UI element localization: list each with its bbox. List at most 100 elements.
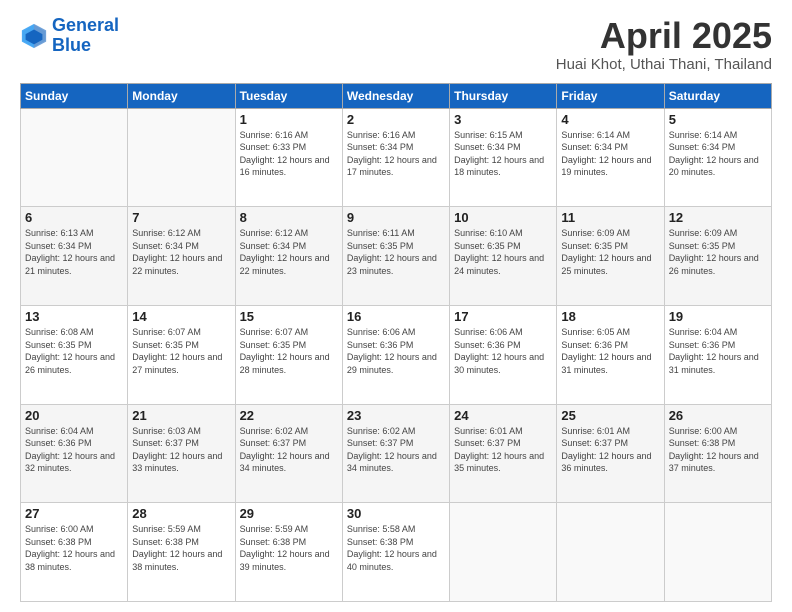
calendar-cell: 23 Sunrise: 6:02 AMSunset: 6:37 PMDayligh…: [342, 404, 449, 503]
calendar-cell: 9 Sunrise: 6:11 AMSunset: 6:35 PMDaylight…: [342, 207, 449, 306]
cell-day-number: 7: [132, 210, 230, 225]
calendar-cell: 29 Sunrise: 5:59 AMSunset: 6:38 PMDayligh…: [235, 503, 342, 602]
cell-day-number: 29: [240, 506, 338, 521]
cell-sun-info: Sunrise: 6:15 AMSunset: 6:34 PMDaylight:…: [454, 129, 552, 179]
cell-sun-info: Sunrise: 6:12 AMSunset: 6:34 PMDaylight:…: [240, 227, 338, 277]
calendar-cell: 17 Sunrise: 6:06 AMSunset: 6:36 PMDayligh…: [450, 305, 557, 404]
cell-sun-info: Sunrise: 6:12 AMSunset: 6:34 PMDaylight:…: [132, 227, 230, 277]
calendar-cell: 3 Sunrise: 6:15 AMSunset: 6:34 PMDaylight…: [450, 108, 557, 207]
calendar-day-header: Monday: [128, 83, 235, 108]
calendar-week-row: 27 Sunrise: 6:00 AMSunset: 6:38 PMDayligh…: [21, 503, 772, 602]
cell-sun-info: Sunrise: 6:14 AMSunset: 6:34 PMDaylight:…: [669, 129, 767, 179]
cell-day-number: 2: [347, 112, 445, 127]
calendar-day-header: Sunday: [21, 83, 128, 108]
calendar-cell: 27 Sunrise: 6:00 AMSunset: 6:38 PMDayligh…: [21, 503, 128, 602]
cell-sun-info: Sunrise: 6:05 AMSunset: 6:36 PMDaylight:…: [561, 326, 659, 376]
calendar-cell: [450, 503, 557, 602]
cell-day-number: 30: [347, 506, 445, 521]
cell-day-number: 26: [669, 408, 767, 423]
cell-sun-info: Sunrise: 6:01 AMSunset: 6:37 PMDaylight:…: [454, 425, 552, 475]
cell-day-number: 11: [561, 210, 659, 225]
calendar-cell: 28Sunrise: 5:59 AMSunset: 6:38 PMDayligh…: [128, 503, 235, 602]
cell-sun-info: Sunrise: 6:04 AMSunset: 6:36 PMDaylight:…: [669, 326, 767, 376]
cell-sun-info: Sunrise: 6:07 AMSunset: 6:35 PMDaylight:…: [240, 326, 338, 376]
calendar-day-header: Thursday: [450, 83, 557, 108]
calendar-cell: [557, 503, 664, 602]
cell-day-number: 24: [454, 408, 552, 423]
calendar-cell: 13Sunrise: 6:08 AMSunset: 6:35 PMDayligh…: [21, 305, 128, 404]
cell-sun-info: Sunrise: 5:59 AMSunset: 6:38 PMDaylight:…: [240, 523, 338, 573]
cell-sun-info: Sunrise: 6:00 AMSunset: 6:38 PMDaylight:…: [25, 523, 123, 573]
calendar-cell: 26 Sunrise: 6:00 AMSunset: 6:38 PMDayligh…: [664, 404, 771, 503]
calendar-cell: 21 Sunrise: 6:03 AMSunset: 6:37 PMDayligh…: [128, 404, 235, 503]
cell-day-number: 8: [240, 210, 338, 225]
cell-day-number: 12: [669, 210, 767, 225]
calendar-cell: 7 Sunrise: 6:12 AMSunset: 6:34 PMDaylight…: [128, 207, 235, 306]
logo-general: General: [52, 15, 119, 35]
cell-day-number: 14: [132, 309, 230, 324]
cell-sun-info: Sunrise: 5:59 AMSunset: 6:38 PMDaylight:…: [132, 523, 230, 573]
cell-day-number: 23: [347, 408, 445, 423]
cell-sun-info: Sunrise: 6:09 AMSunset: 6:35 PMDaylight:…: [669, 227, 767, 277]
cell-day-number: 1: [240, 112, 338, 127]
cell-day-number: 15: [240, 309, 338, 324]
cell-sun-info: Sunrise: 6:03 AMSunset: 6:37 PMDaylight:…: [132, 425, 230, 475]
calendar-cell: 24 Sunrise: 6:01 AMSunset: 6:37 PMDayligh…: [450, 404, 557, 503]
calendar-week-row: 1Sunrise: 6:16 AMSunset: 6:33 PMDaylight…: [21, 108, 772, 207]
calendar-header-row: SundayMondayTuesdayWednesdayThursdayFrid…: [21, 83, 772, 108]
calendar-cell: [21, 108, 128, 207]
calendar-cell: 5 Sunrise: 6:14 AMSunset: 6:34 PMDaylight…: [664, 108, 771, 207]
calendar-cell: 6 Sunrise: 6:13 AMSunset: 6:34 PMDaylight…: [21, 207, 128, 306]
calendar-cell: 18 Sunrise: 6:05 AMSunset: 6:36 PMDayligh…: [557, 305, 664, 404]
calendar-cell: 25Sunrise: 6:01 AMSunset: 6:37 PMDayligh…: [557, 404, 664, 503]
calendar-cell: 19 Sunrise: 6:04 AMSunset: 6:36 PMDayligh…: [664, 305, 771, 404]
cell-day-number: 16: [347, 309, 445, 324]
cell-sun-info: Sunrise: 6:11 AMSunset: 6:35 PMDaylight:…: [347, 227, 445, 277]
cell-day-number: 22: [240, 408, 338, 423]
cell-sun-info: Sunrise: 6:02 AMSunset: 6:37 PMDaylight:…: [347, 425, 445, 475]
title-block: April 2025 Huai Khot, Uthai Thani, Thail…: [556, 16, 772, 73]
logo-blue: Blue: [52, 36, 119, 56]
calendar-cell: 30Sunrise: 5:58 AMSunset: 6:38 PMDayligh…: [342, 503, 449, 602]
cell-sun-info: Sunrise: 6:00 AMSunset: 6:38 PMDaylight:…: [669, 425, 767, 475]
cell-day-number: 9: [347, 210, 445, 225]
calendar-cell: 10Sunrise: 6:10 AMSunset: 6:35 PMDayligh…: [450, 207, 557, 306]
main-title: April 2025: [556, 16, 772, 56]
calendar-cell: 22Sunrise: 6:02 AMSunset: 6:37 PMDayligh…: [235, 404, 342, 503]
calendar-cell: 20Sunrise: 6:04 AMSunset: 6:36 PMDayligh…: [21, 404, 128, 503]
calendar-cell: 11Sunrise: 6:09 AMSunset: 6:35 PMDayligh…: [557, 207, 664, 306]
calendar-cell: 4Sunrise: 6:14 AMSunset: 6:34 PMDaylight…: [557, 108, 664, 207]
calendar-week-row: 6 Sunrise: 6:13 AMSunset: 6:34 PMDaylight…: [21, 207, 772, 306]
cell-day-number: 17: [454, 309, 552, 324]
calendar-day-header: Friday: [557, 83, 664, 108]
subtitle: Huai Khot, Uthai Thani, Thailand: [556, 56, 772, 73]
cell-sun-info: Sunrise: 6:16 AMSunset: 6:34 PMDaylight:…: [347, 129, 445, 179]
calendar-week-row: 20Sunrise: 6:04 AMSunset: 6:36 PMDayligh…: [21, 404, 772, 503]
calendar-table: SundayMondayTuesdayWednesdayThursdayFrid…: [20, 83, 772, 602]
cell-day-number: 19: [669, 309, 767, 324]
cell-day-number: 3: [454, 112, 552, 127]
cell-day-number: 18: [561, 309, 659, 324]
cell-day-number: 27: [25, 506, 123, 521]
calendar-cell: 16Sunrise: 6:06 AMSunset: 6:36 PMDayligh…: [342, 305, 449, 404]
cell-sun-info: Sunrise: 6:07 AMSunset: 6:35 PMDaylight:…: [132, 326, 230, 376]
calendar-cell: 12 Sunrise: 6:09 AMSunset: 6:35 PMDayligh…: [664, 207, 771, 306]
cell-day-number: 21: [132, 408, 230, 423]
cell-sun-info: Sunrise: 6:14 AMSunset: 6:34 PMDaylight:…: [561, 129, 659, 179]
calendar-cell: 15 Sunrise: 6:07 AMSunset: 6:35 PMDayligh…: [235, 305, 342, 404]
page: General Blue April 2025 Huai Khot, Uthai…: [0, 0, 792, 612]
cell-sun-info: Sunrise: 6:13 AMSunset: 6:34 PMDaylight:…: [25, 227, 123, 277]
cell-day-number: 6: [25, 210, 123, 225]
logo: General Blue: [20, 16, 119, 56]
cell-day-number: 5: [669, 112, 767, 127]
logo-icon: [20, 22, 48, 50]
calendar-day-header: Saturday: [664, 83, 771, 108]
cell-day-number: 10: [454, 210, 552, 225]
header: General Blue April 2025 Huai Khot, Uthai…: [20, 16, 772, 73]
calendar-cell: 8 Sunrise: 6:12 AMSunset: 6:34 PMDaylight…: [235, 207, 342, 306]
cell-sun-info: Sunrise: 6:01 AMSunset: 6:37 PMDaylight:…: [561, 425, 659, 475]
cell-day-number: 20: [25, 408, 123, 423]
calendar-day-header: Tuesday: [235, 83, 342, 108]
cell-sun-info: Sunrise: 6:06 AMSunset: 6:36 PMDaylight:…: [454, 326, 552, 376]
calendar-cell: [664, 503, 771, 602]
